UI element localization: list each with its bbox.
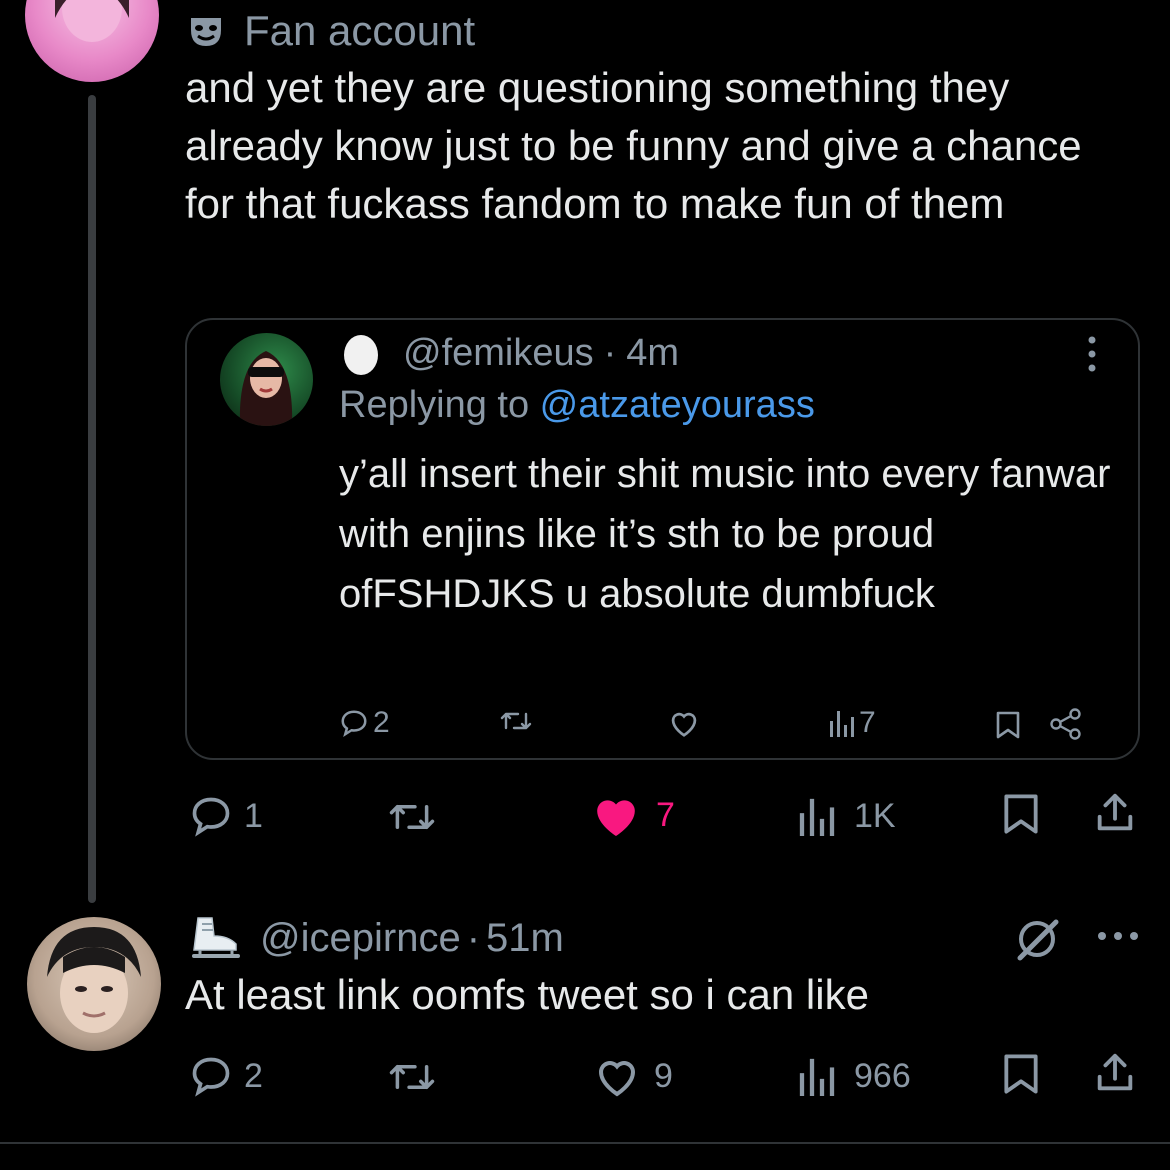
replying-handle-link[interactable]: @atzateyourass (540, 384, 815, 426)
badge-label: Fan account (244, 7, 476, 54)
replying-prefix: Replying to (339, 384, 540, 426)
thread-line (88, 95, 96, 903)
tweet2-handle[interactable]: @icepirnce (260, 916, 461, 961)
reply-icon (192, 797, 230, 837)
quote-handle[interactable]: @femikeus (403, 332, 594, 375)
views-count: 1K (854, 796, 896, 835)
tweet2-separator: · (466, 915, 481, 960)
quote-bookmark-button[interactable] (995, 710, 1021, 740)
bookmark-icon (1004, 794, 1038, 834)
reply-button[interactable]: 1 (188, 794, 263, 838)
avatar-photo (47, 927, 141, 1033)
reply-count: 1 (244, 796, 263, 835)
avatar-photo (55, 0, 129, 42)
quote-time[interactable]: 4m (626, 332, 679, 375)
fan-account-badge: Fan account (188, 6, 475, 56)
like-count: 9 (654, 1056, 673, 1095)
avatar[interactable] (27, 917, 161, 1051)
quote-avatar-photo (239, 351, 293, 426)
reply-icon (341, 710, 367, 738)
tweet2-text: At least link oomfs tweet so i can like (185, 971, 869, 1018)
views-icon (830, 711, 854, 737)
divider (0, 1142, 1170, 1144)
quote-like-button[interactable] (667, 708, 701, 738)
heart-icon (671, 712, 697, 737)
avatar[interactable] (25, 0, 159, 82)
share-button[interactable] (1092, 1050, 1138, 1096)
views-button[interactable]: 966 (796, 1056, 911, 1096)
quote-text: y’all insert their shit music into every… (339, 452, 1111, 616)
bookmark-button[interactable] (1000, 792, 1042, 836)
retweet-button[interactable] (384, 1058, 440, 1096)
retweet-button[interactable] (384, 798, 440, 836)
retweet-icon (389, 1065, 435, 1089)
like-button[interactable]: 7 (590, 792, 675, 838)
quote-views-button[interactable]: 7 (829, 706, 876, 740)
bookmark-button[interactable] (1000, 1052, 1042, 1096)
more-options-icon[interactable] (1096, 930, 1140, 942)
share-nodes-icon (1050, 708, 1081, 740)
bookmark-icon (1004, 1054, 1038, 1094)
replying-to: Replying to @atzateyourass (339, 384, 815, 427)
quote-header: @femikeus · 4m (342, 328, 679, 378)
egg-icon (344, 335, 378, 375)
views-count: 966 (854, 1056, 911, 1095)
heart-icon (598, 1061, 636, 1097)
more-options-icon[interactable] (1085, 334, 1099, 374)
tweet-text: and yet they are questioning something t… (185, 64, 1082, 227)
retweet-icon (389, 805, 435, 829)
share-icon (1097, 793, 1133, 831)
quote-avatar[interactable] (220, 333, 313, 426)
views-icon (799, 798, 835, 836)
mask-icon (191, 18, 221, 46)
bookmark-icon (996, 711, 1020, 739)
reply-icon (192, 1057, 230, 1097)
quoted-tweet-card[interactable]: @femikeus · 4m Replying to @atzateyouras… (185, 318, 1140, 760)
quote-reply-button[interactable]: 2 (339, 706, 390, 740)
retweet-icon (500, 712, 532, 730)
quote-reply-count: 2 (373, 706, 390, 739)
tweet2-header: @icepirnce · 51m (188, 912, 564, 964)
quote-share-button[interactable] (1049, 708, 1083, 740)
quote-views-count: 7 (859, 706, 876, 739)
views-button[interactable]: 1K (796, 796, 896, 836)
reply-count: 2 (244, 1056, 263, 1095)
like-button[interactable]: 9 (592, 1054, 673, 1098)
views-icon (799, 1058, 835, 1096)
share-button[interactable] (1092, 790, 1138, 836)
quote-separator: · (603, 331, 617, 374)
quote-retweet-button[interactable] (499, 708, 533, 734)
like-count: 7 (656, 795, 675, 834)
tweet2-time[interactable]: 51m (486, 916, 564, 961)
reply-button[interactable]: 2 (188, 1054, 263, 1098)
ice-skate-icon (192, 917, 240, 958)
grok-icon[interactable] (1014, 916, 1060, 962)
share-icon (1097, 1053, 1133, 1091)
heart-filled-icon (597, 800, 635, 836)
